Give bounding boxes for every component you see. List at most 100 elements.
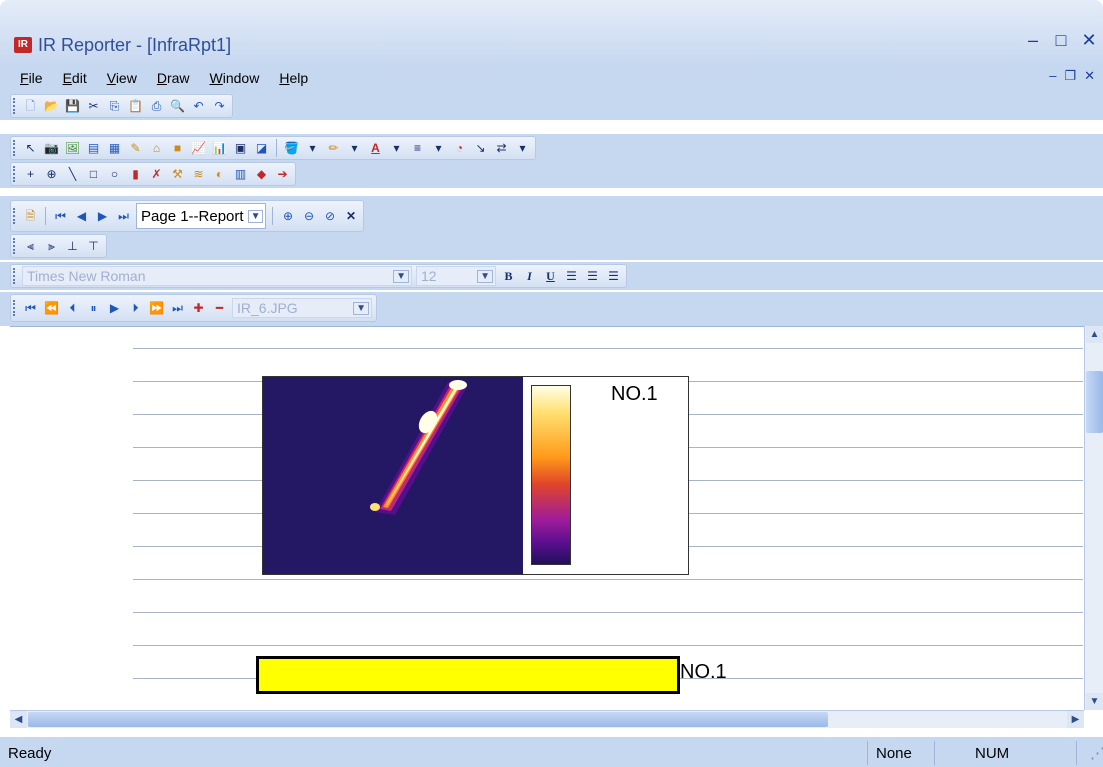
horizontal-scrollbar[interactable]: ◀ ▶ <box>10 710 1084 728</box>
first-frame-icon[interactable]: ⏮ <box>22 300 39 317</box>
zoom-out-icon[interactable]: ⊖ <box>300 208 317 225</box>
undo-icon[interactable]: ↶ <box>190 98 207 115</box>
spot-add-icon[interactable]: ⊕ <box>43 166 60 183</box>
line-style-dropdown-icon[interactable]: ▾ <box>430 140 447 157</box>
fill-color-icon[interactable]: 🪣 <box>283 140 300 157</box>
font-family-select[interactable]: Times New Roman ▼ <box>22 266 412 286</box>
shadow-icon[interactable]: ◔ <box>451 140 468 157</box>
insert-line-chart-icon[interactable]: 📈 <box>190 140 207 157</box>
text-align-center-icon[interactable]: ☰ <box>584 268 601 285</box>
menu-help[interactable]: Help <box>269 70 318 86</box>
align-top-icon[interactable]: ⊤ <box>85 238 102 255</box>
close-preview-icon[interactable]: ✕ <box>342 208 359 225</box>
rectangle-tool-icon[interactable]: □ <box>85 166 102 183</box>
spot-tool-icon[interactable]: + <box>22 166 39 183</box>
align-bottom-icon[interactable]: ⊥ <box>64 238 81 255</box>
resize-grip-icon[interactable]: ⋰ <box>1090 743 1103 765</box>
first-page-icon[interactable]: ⏮ <box>52 208 69 225</box>
rewind-icon[interactable]: ⏪ <box>43 300 60 317</box>
vertical-scrollbar[interactable]: ▲ ▼ <box>1084 326 1103 710</box>
copy-icon[interactable]: ⎘ <box>106 98 123 115</box>
insert-logo-icon[interactable]: ▣ <box>232 140 249 157</box>
chevron-down-icon[interactable]: ▼ <box>477 269 493 283</box>
toolbar-grip[interactable] <box>13 166 16 182</box>
mdi-close-icon[interactable]: ✕ <box>1084 68 1095 84</box>
close-icon[interactable]: ✕ <box>1081 30 1097 51</box>
yellow-bar[interactable] <box>256 656 680 694</box>
step-back-icon[interactable]: ⏴ <box>64 300 81 317</box>
step-forward-icon[interactable]: ⏵ <box>127 300 144 317</box>
pause-icon[interactable]: ⏸ <box>85 300 102 317</box>
report-canvas[interactable]: NO.1 NO.1 <box>10 326 1103 710</box>
analysis-icon[interactable]: ≋ <box>190 166 207 183</box>
insert-note-icon[interactable]: ✎ <box>127 140 144 157</box>
maximize-icon[interactable]: □ <box>1053 30 1069 51</box>
text-align-left-icon[interactable]: ☰ <box>563 268 580 285</box>
add-frame-icon[interactable]: ✚ <box>190 300 207 317</box>
cut-icon[interactable]: ✂ <box>85 98 102 115</box>
redo-icon[interactable]: ↷ <box>211 98 228 115</box>
last-frame-icon[interactable]: ⏭ <box>169 300 186 317</box>
toolbar-grip[interactable] <box>13 268 16 284</box>
ellipse-tool-icon[interactable]: ○ <box>106 166 123 183</box>
menu-draw[interactable]: Draw <box>147 70 200 86</box>
previous-page-icon[interactable]: ◀ <box>73 208 90 225</box>
new-file-icon[interactable]: 🗋 <box>22 98 39 115</box>
scroll-right-icon[interactable]: ▶ <box>1067 711 1084 728</box>
toolbar-grip[interactable] <box>13 300 16 316</box>
remove-frame-icon[interactable]: ━ <box>211 300 228 317</box>
chevron-down-icon[interactable]: ▼ <box>353 301 369 315</box>
fast-forward-icon[interactable]: ⏩ <box>148 300 165 317</box>
arrow-style-dropdown-icon[interactable]: ▾ <box>514 140 531 157</box>
align-right-icon[interactable]: ⫸ <box>43 238 60 255</box>
select-pointer-icon[interactable]: ↖ <box>22 140 39 157</box>
tools-icon[interactable]: ⚒ <box>169 166 186 183</box>
isotherm-tool-icon[interactable]: ▮ <box>127 166 144 183</box>
play-icon[interactable]: ▶ <box>106 300 123 317</box>
insert-rectangle-fill-icon[interactable]: ■ <box>169 140 186 157</box>
image-properties-icon[interactable]: ▥ <box>232 166 249 183</box>
line-tool-icon[interactable]: ╲ <box>64 166 81 183</box>
arrow-style-icon[interactable]: ⇄ <box>493 140 510 157</box>
underline-button[interactable]: U <box>542 268 559 285</box>
page-select[interactable]: Page 1--Report ▼ <box>136 203 267 229</box>
scroll-down-icon[interactable]: ▼ <box>1086 693 1103 710</box>
menu-edit[interactable]: Edit <box>53 70 97 86</box>
line-style-icon[interactable]: ≡ <box>409 140 426 157</box>
delete-object-icon[interactable]: ✗ <box>148 166 165 183</box>
insert-table-icon[interactable]: ▦ <box>106 140 123 157</box>
insert-camera-icon[interactable]: 📷 <box>43 140 60 157</box>
font-size-select[interactable]: 12 ▼ <box>416 266 496 286</box>
insert-image-icon[interactable]: 🖼 <box>64 140 81 157</box>
open-folder-icon[interactable]: 📂 <box>43 98 60 115</box>
toolbar-grip[interactable] <box>13 208 16 224</box>
toolbar-grip[interactable] <box>13 140 16 156</box>
arrow-line-icon[interactable]: ↘ <box>472 140 489 157</box>
line-color-dropdown-icon[interactable]: ▾ <box>346 140 363 157</box>
mdi-minimize-icon[interactable]: – <box>1049 68 1056 84</box>
next-page-icon[interactable]: ▶ <box>94 208 111 225</box>
zoom-in-icon[interactable]: ⊕ <box>279 208 296 225</box>
toolbar-grip[interactable] <box>13 98 16 114</box>
fill-color-dropdown-icon[interactable]: ▾ <box>304 140 321 157</box>
move-right-icon[interactable]: ➔ <box>274 166 291 183</box>
menu-window[interactable]: Window <box>200 70 270 86</box>
italic-button[interactable]: I <box>521 268 538 285</box>
toolbar-grip[interactable] <box>13 238 16 254</box>
scroll-left-icon[interactable]: ◀ <box>10 711 27 728</box>
bold-button[interactable]: B <box>500 268 517 285</box>
vertical-scroll-thumb[interactable] <box>1086 371 1103 433</box>
chevron-down-icon[interactable]: ▼ <box>393 269 409 283</box>
line-color-icon[interactable]: ✏ <box>325 140 342 157</box>
print-icon[interactable]: ⎙ <box>148 98 165 115</box>
text-align-right-icon[interactable]: ☰ <box>605 268 622 285</box>
insert-stamp-icon[interactable]: ⌂ <box>148 140 165 157</box>
font-color-dropdown-icon[interactable]: ▾ <box>388 140 405 157</box>
palette-icon[interactable]: ◐ <box>211 166 228 183</box>
image-file-select[interactable]: IR_6.JPG ▼ <box>232 298 372 318</box>
menu-view[interactable]: View <box>97 70 147 86</box>
minimize-icon[interactable]: – <box>1025 30 1041 51</box>
zoom-fit-icon[interactable]: ⊘ <box>321 208 338 225</box>
font-color-icon[interactable]: A <box>367 140 384 157</box>
paste-icon[interactable]: 📋 <box>127 98 144 115</box>
